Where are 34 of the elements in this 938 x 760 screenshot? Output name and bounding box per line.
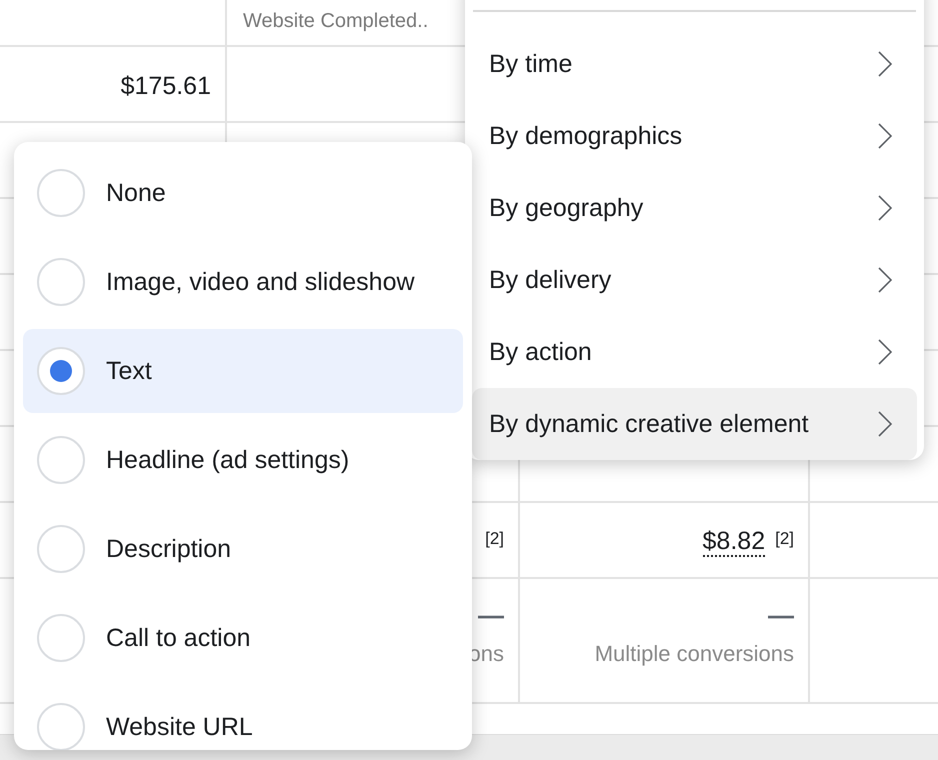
radio-option[interactable]: Description: [23, 507, 463, 591]
empty-value-dash: —: [768, 603, 794, 627]
radio-button[interactable]: [37, 347, 85, 395]
chevron-right-icon: [877, 266, 893, 294]
chevron-right-icon: [877, 338, 893, 366]
radio-button[interactable]: [37, 614, 85, 662]
chevron-right-icon: [877, 122, 893, 150]
radio-option[interactable]: Image, video and slideshow: [23, 240, 463, 324]
table-cell: $8.82: [702, 527, 766, 557]
radio-button[interactable]: [37, 703, 85, 750]
radio-button[interactable]: [37, 169, 85, 217]
chevron-right-icon: [877, 194, 893, 222]
radio-option[interactable]: Text: [23, 329, 463, 413]
cell-caption: Multiple conversions: [594, 641, 794, 667]
radio-option[interactable]: Call to action: [23, 596, 463, 680]
radio-option[interactable]: None: [23, 151, 463, 235]
menu-item[interactable]: By dynamic creative element: [472, 388, 917, 460]
radio-button[interactable]: [37, 258, 85, 306]
footnote-mark: [2]: [485, 528, 504, 550]
radio-option[interactable]: Headline (ad settings): [23, 418, 463, 502]
radio-button[interactable]: [37, 525, 85, 573]
empty-value-dash: —: [478, 603, 504, 627]
table-cell: $175.61: [120, 71, 211, 101]
footnote-mark: [2]: [775, 528, 794, 550]
menu-item[interactable]: By action: [472, 316, 917, 388]
menu-item[interactable]: By demographics: [472, 100, 917, 172]
menu-item[interactable]: By geography: [472, 172, 917, 244]
chevron-right-icon: [877, 410, 893, 438]
column-header: Website Completed..: [243, 10, 428, 33]
chevron-right-icon: [877, 50, 893, 78]
menu-item[interactable]: By delivery: [472, 244, 917, 316]
menu-item[interactable]: By time: [472, 28, 917, 100]
radio-option[interactable]: Website URL: [23, 685, 463, 750]
radio-button[interactable]: [37, 436, 85, 484]
